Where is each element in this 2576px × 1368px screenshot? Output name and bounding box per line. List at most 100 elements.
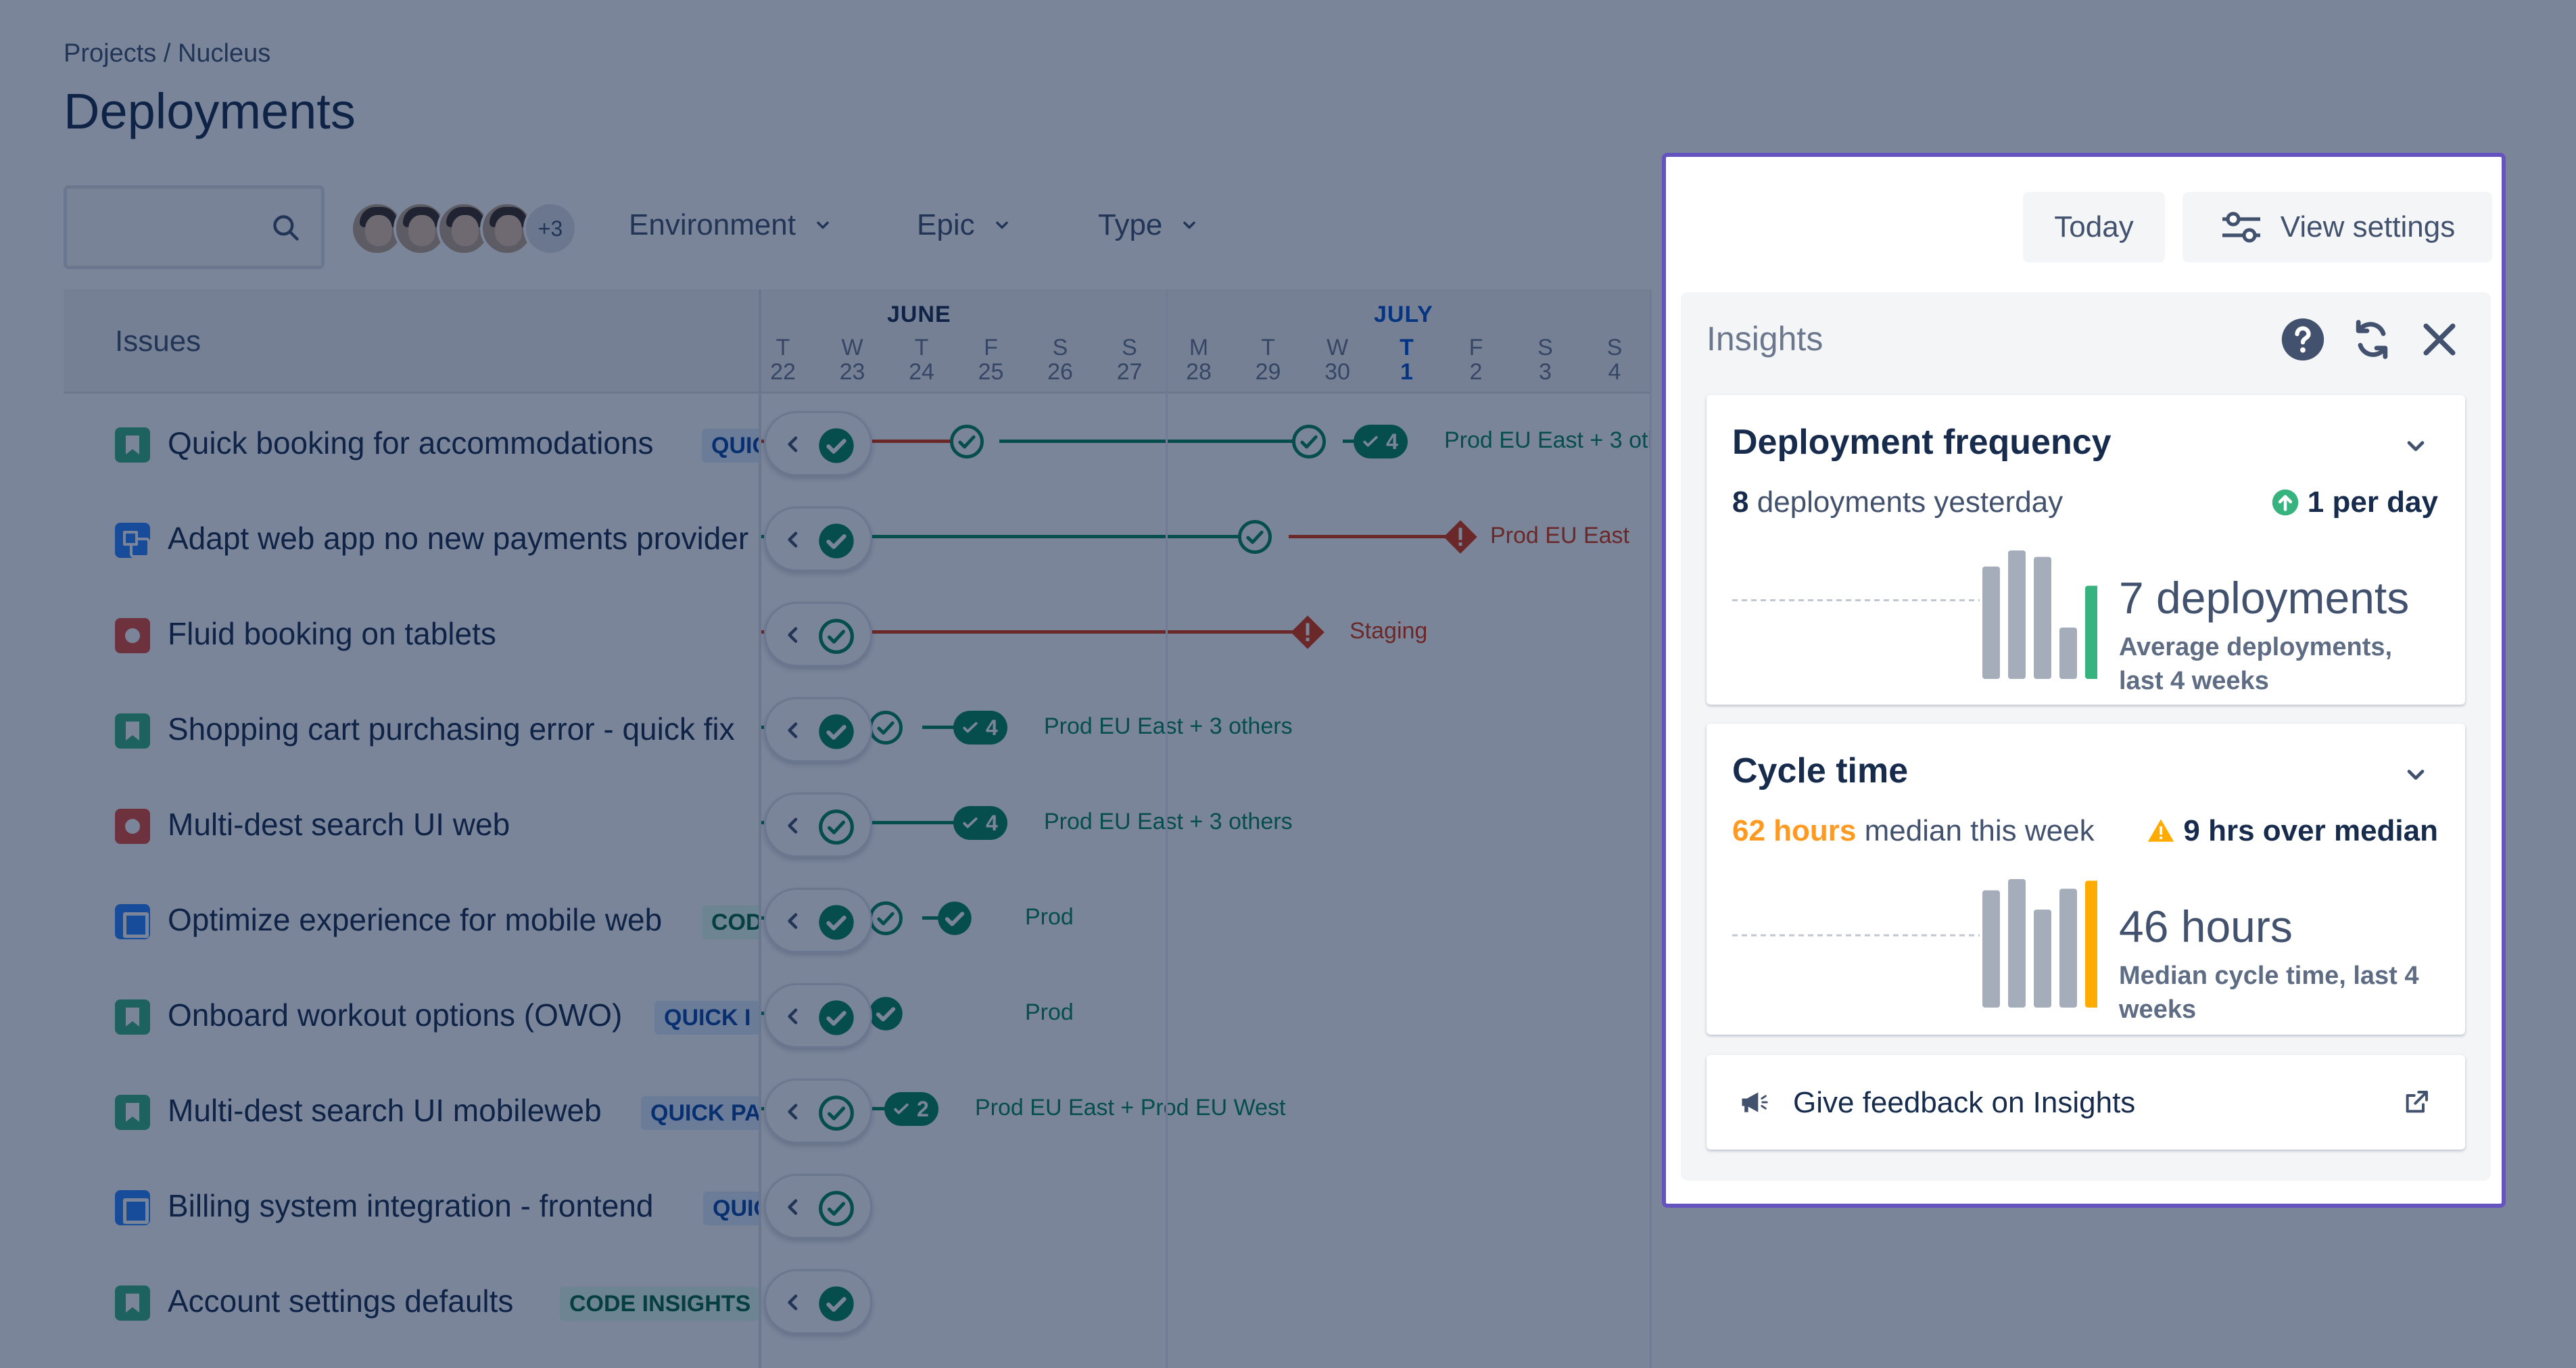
day-date: 3 xyxy=(1539,359,1552,385)
chevron-left-icon[interactable] xyxy=(782,1196,804,1218)
deployment-connector xyxy=(872,821,957,824)
chevron-left-icon[interactable] xyxy=(782,624,804,646)
page-title: Deployments xyxy=(64,83,356,139)
table-row[interactable]: Onboard workout options (OWO) QUICK I Prod xyxy=(64,966,1650,1061)
deployment-track: Prod EU East xyxy=(761,489,1650,584)
issue-title[interactable]: Multi-dest search UI web xyxy=(168,806,510,843)
issue-cell: Optimize experience for mobile web CODE xyxy=(64,870,759,966)
chevron-left-icon[interactable] xyxy=(782,720,804,741)
deployment-pill[interactable] xyxy=(764,1174,872,1239)
view-settings-button[interactable]: View settings xyxy=(2183,192,2492,262)
table-row[interactable]: Optimize experience for mobile web CODE Pr… xyxy=(64,870,1650,966)
deployment-pill[interactable] xyxy=(764,411,872,476)
deployment-pill[interactable] xyxy=(764,697,872,762)
close-icon[interactable] xyxy=(2416,316,2462,362)
issue-title[interactable]: Fluid booking on tablets xyxy=(168,615,496,652)
sliders-icon xyxy=(2222,212,2260,243)
avatar-more[interactable]: +3 xyxy=(523,202,577,256)
issue-cell: Shopping cart purchasing error - quick f… xyxy=(64,680,759,775)
check-filled-icon xyxy=(869,997,903,1031)
chevron-left-icon[interactable] xyxy=(782,1292,804,1313)
deployment-count-badge[interactable]: 2 xyxy=(884,1092,938,1126)
environment-filter[interactable]: Environment xyxy=(629,208,832,242)
deployment-pill[interactable] xyxy=(764,506,872,571)
table-row[interactable]: Fluid booking on tablets Staging xyxy=(64,584,1650,680)
deployment-track: 2 Prod EU East + Prod EU West xyxy=(761,1061,1650,1156)
chevron-down-icon[interactable] xyxy=(2404,434,2427,457)
day-of-week: T xyxy=(1400,335,1414,360)
issue-cell: Multi-dest search UI web xyxy=(64,775,759,870)
check-outline-icon xyxy=(950,425,984,458)
deployments-timeline: Issues T 22 W 23 T 24 F 25 S 26 S 27 M 28 T 29 W 30 T 1 F 2 S 3… xyxy=(64,289,1652,1368)
environment-label: Prod EU East xyxy=(1490,523,1629,548)
issue-cell: Account settings defaults CODE INSIGHTS xyxy=(64,1252,759,1347)
table-row[interactable]: Adapt web app no new payments provider Pr… xyxy=(64,489,1650,584)
cycle-time-card: Cycle time 62 hours median this week 9 h… xyxy=(1707,724,2465,1035)
search-input[interactable] xyxy=(64,185,325,269)
insights-panel: Today View settings Insights Deployment … xyxy=(1662,153,2506,1208)
deployment-pill[interactable] xyxy=(764,983,872,1048)
issue-title[interactable]: Onboard workout options (OWO) xyxy=(168,997,622,1033)
breadcrumb[interactable]: Projects / Nucleus xyxy=(64,39,270,68)
bug-type-icon xyxy=(115,809,150,844)
month-label: JUNE xyxy=(887,302,951,327)
chevron-down-icon[interactable] xyxy=(2404,763,2427,786)
day-header: T 29 xyxy=(1248,335,1289,384)
deployment-pill[interactable] xyxy=(764,602,872,667)
table-row[interactable]: Quick booking for accommodations QUICK 4 Pr… xyxy=(64,394,1650,489)
environment-label: Staging xyxy=(1350,618,1428,644)
story-type-icon xyxy=(115,999,150,1035)
issue-title[interactable]: Adapt web app no new payments provider xyxy=(168,520,748,557)
deployment-pill[interactable] xyxy=(764,793,872,857)
type-filter[interactable]: Type xyxy=(1098,208,1199,242)
chevron-left-icon[interactable] xyxy=(782,529,804,550)
day-header: S 26 xyxy=(1040,335,1080,384)
table-row[interactable]: Billing system integration - frontend QUI… xyxy=(64,1156,1650,1252)
chevron-left-icon[interactable] xyxy=(782,1101,804,1123)
chevron-left-icon[interactable] xyxy=(782,815,804,836)
refresh-icon[interactable] xyxy=(2349,316,2395,362)
table-row[interactable]: Multi-dest search UI web 4 Prod EU East + … xyxy=(64,775,1650,870)
failed-deployment-icon xyxy=(1444,520,1477,554)
check-outline-icon xyxy=(869,711,903,745)
day-of-week: S xyxy=(1052,335,1068,360)
issue-title[interactable]: Account settings defaults xyxy=(168,1283,513,1319)
deployment-pill[interactable] xyxy=(764,888,872,953)
epic-lozenge: QUICK xyxy=(703,1192,759,1225)
issue-cell: Billing system integration - frontend QUI… xyxy=(64,1156,759,1252)
deployment-count-badge[interactable]: 4 xyxy=(1354,425,1408,458)
issue-title[interactable]: Multi-dest search UI mobileweb xyxy=(168,1092,602,1129)
day-date: 27 xyxy=(1116,359,1143,385)
deployment-track: 4 Prod EU East + 3 others xyxy=(761,775,1650,870)
give-feedback-link[interactable]: Give feedback on Insights xyxy=(1707,1055,2465,1150)
cycle-time-value: 62 hours xyxy=(1732,814,1857,847)
issue-title[interactable]: Optimize experience for mobile web xyxy=(168,901,662,938)
chevron-left-icon[interactable] xyxy=(782,910,804,932)
warning-text: 9 hrs over median xyxy=(2183,814,2438,847)
today-button[interactable]: Today xyxy=(2023,192,2165,262)
table-row[interactable]: Multi-dest search UI mobileweb QUICK PA 2 P… xyxy=(64,1061,1650,1156)
failed-deployment-icon xyxy=(1291,615,1325,649)
deployment-bar-chart xyxy=(1732,550,2097,679)
table-row[interactable]: Shopping cart purchasing error - quick f… xyxy=(64,680,1650,775)
check-icon xyxy=(963,817,978,828)
environment-label: Prod EU East + 3 others xyxy=(1044,713,1293,739)
issue-title[interactable]: Shopping cart purchasing error - quick f… xyxy=(168,711,735,747)
chevron-left-icon[interactable] xyxy=(782,433,804,455)
filter-label: Environment xyxy=(629,208,796,241)
badge-count: 4 xyxy=(986,715,998,740)
task-type-icon xyxy=(115,904,150,939)
issue-title[interactable]: Billing system integration - frontend xyxy=(168,1187,653,1224)
epic-filter[interactable]: Epic xyxy=(917,208,1011,242)
deployment-track: Prod xyxy=(761,870,1650,966)
deployment-pill[interactable] xyxy=(764,1269,872,1334)
trend-indicator: 1 per day xyxy=(2271,486,2438,519)
deployment-count-badge[interactable]: 4 xyxy=(953,711,1007,745)
deployment-track xyxy=(761,1156,1650,1252)
deployment-count-badge[interactable]: 4 xyxy=(953,806,1007,840)
table-row[interactable]: Account settings defaults CODE INSIGHTS xyxy=(64,1252,1650,1347)
chevron-left-icon[interactable] xyxy=(782,1006,804,1027)
help-icon[interactable] xyxy=(2280,316,2326,362)
issue-title[interactable]: Quick booking for accommodations xyxy=(168,425,653,461)
deployment-pill[interactable] xyxy=(764,1079,872,1143)
